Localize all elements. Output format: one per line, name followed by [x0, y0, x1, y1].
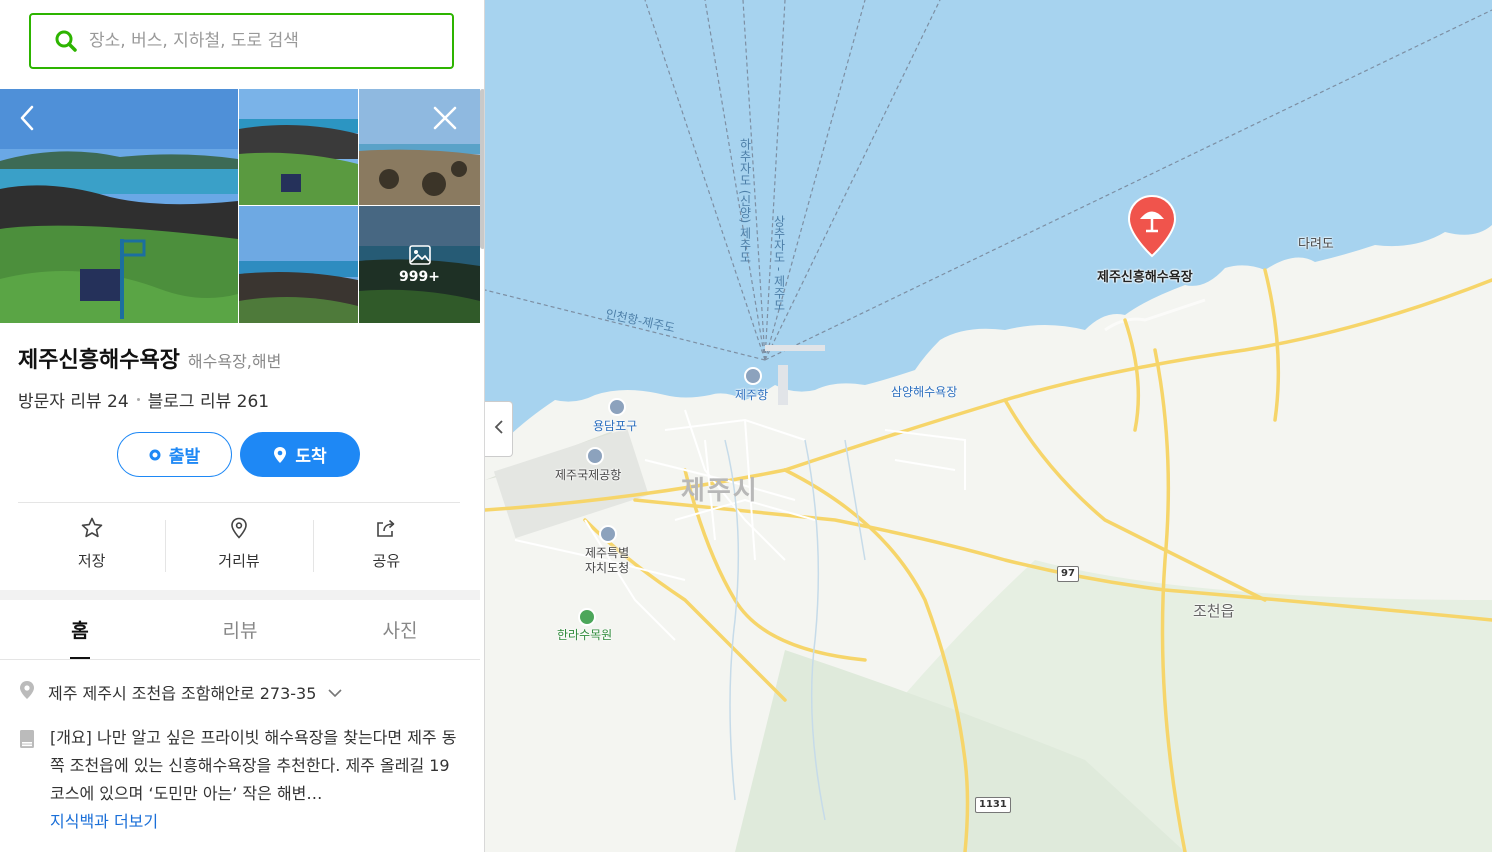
airport-icon[interactable]: [586, 447, 604, 465]
chevron-left-icon: [494, 419, 504, 439]
share-icon: [374, 516, 398, 544]
search-input[interactable]: [89, 31, 429, 51]
chevron-left-icon: [17, 104, 37, 136]
origin-dot-icon: [149, 449, 161, 461]
arrive-label: 도착: [295, 447, 327, 467]
photo-thumb[interactable]: [239, 89, 358, 205]
tree-icon[interactable]: [578, 608, 596, 626]
start-label: 출발: [168, 447, 201, 467]
port-icon[interactable]: [744, 367, 762, 385]
place-panel: 999+ 제주신흥해수욕장 해수욕장,해변 방문자 리뷰 24 블로그 리뷰 2…: [0, 0, 485, 852]
island-label: 다려도: [1298, 237, 1334, 252]
city-label: 제주시: [681, 476, 759, 506]
photo-count: 999+: [399, 268, 440, 285]
review-summary: 방문자 리뷰 24 블로그 리뷰 261: [18, 387, 269, 412]
marker-label[interactable]: 제주신흥해수욕장: [1097, 266, 1193, 285]
book-icon: [18, 729, 36, 832]
arrive-button[interactable]: 도착: [240, 432, 360, 477]
section-divider: [0, 590, 480, 600]
knowledge-more-link[interactable]: 지식백과 더보기: [50, 808, 460, 832]
close-button[interactable]: [428, 103, 462, 137]
street-view-label: 거리뷰: [218, 552, 260, 570]
share-button[interactable]: 공유: [312, 516, 460, 576]
close-icon: [432, 105, 458, 135]
back-button[interactable]: [10, 103, 44, 137]
route-buttons: 출발 도착: [117, 432, 360, 477]
district-label: 조천읍: [1193, 602, 1235, 620]
separator-dot: [136, 398, 140, 401]
poi-label[interactable]: 한라수목원: [557, 626, 612, 643]
photo-more[interactable]: 999+: [359, 206, 480, 323]
road-number-badge: 97: [1057, 566, 1079, 582]
place-category: 해수욕장,해변: [187, 352, 282, 371]
visitor-reviews-link[interactable]: 방문자 리뷰 24: [18, 387, 129, 412]
start-button[interactable]: 출발: [117, 432, 232, 477]
place-header: 제주신흥해수욕장 해수욕장,해변: [18, 342, 281, 374]
beach-umbrella-marker-icon: [1127, 194, 1177, 258]
location-pin-icon: [18, 680, 36, 704]
tab-home[interactable]: 홈: [0, 600, 160, 659]
street-view-button[interactable]: 거리뷰: [165, 516, 312, 576]
tab-photos[interactable]: 사진: [320, 600, 480, 659]
address-text: 제주 제주시 조천읍 조함해안로 273-35: [48, 684, 317, 703]
divider: [18, 502, 460, 503]
search-icon: [53, 28, 79, 54]
chevron-down-icon: [328, 683, 342, 702]
poi-label[interactable]: 용담포구: [593, 417, 637, 434]
place-name: 제주신흥해수욕장: [18, 348, 180, 373]
tab-bar: 홈 리뷰 사진: [0, 600, 480, 660]
photo-more-overlay: 999+: [359, 206, 480, 323]
poi-label[interactable]: 자치도청: [585, 559, 629, 576]
ferry-route-label: 하추자도 (신양) 제주도: [738, 138, 752, 263]
save-label: 저장: [77, 552, 106, 570]
road-number-badge: 1131: [975, 797, 1011, 813]
description-text: [개요] 나만 알고 싶은 프라이빗 해수욕장을 찾는다면 제주 동쪽 조천읍에…: [50, 728, 457, 803]
image-icon: [408, 244, 431, 265]
poi-label[interactable]: 제주국제공항: [555, 466, 621, 483]
government-icon[interactable]: [599, 525, 617, 543]
poi-label[interactable]: 제주항: [735, 386, 768, 403]
tab-reviews[interactable]: 리뷰: [160, 600, 320, 659]
save-button[interactable]: 저장: [18, 516, 165, 576]
share-label: 공유: [372, 552, 401, 570]
ferry-route-label: 상추자도 - 제주도: [772, 215, 786, 311]
photo-thumb[interactable]: [239, 206, 358, 323]
place-marker[interactable]: [1126, 194, 1178, 258]
star-icon: [80, 516, 104, 544]
search-box[interactable]: [29, 13, 454, 69]
action-bar: 저장 거리뷰 공유: [18, 516, 460, 576]
map-pin-outline-icon: [227, 516, 251, 544]
description-row: [개요] 나만 알고 싶은 프라이빗 해수욕장을 찾는다면 제주 동쪽 조천읍에…: [18, 724, 460, 832]
collapse-panel-button[interactable]: [485, 401, 513, 457]
photo-gallery: 999+: [0, 89, 480, 323]
location-pin-icon: [273, 446, 287, 464]
blog-reviews-link[interactable]: 블로그 리뷰 261: [148, 387, 269, 412]
poi-label[interactable]: 삼양해수욕장: [891, 383, 957, 400]
port-icon[interactable]: [608, 398, 626, 416]
address-row[interactable]: 제주 제주시 조천읍 조함해안로 273-35: [18, 680, 342, 704]
map-view[interactable]: 인천항-제주도 하추자도 (신양) 제주도 상추자도 - 제주도 제주신흥해수욕…: [485, 0, 1492, 852]
